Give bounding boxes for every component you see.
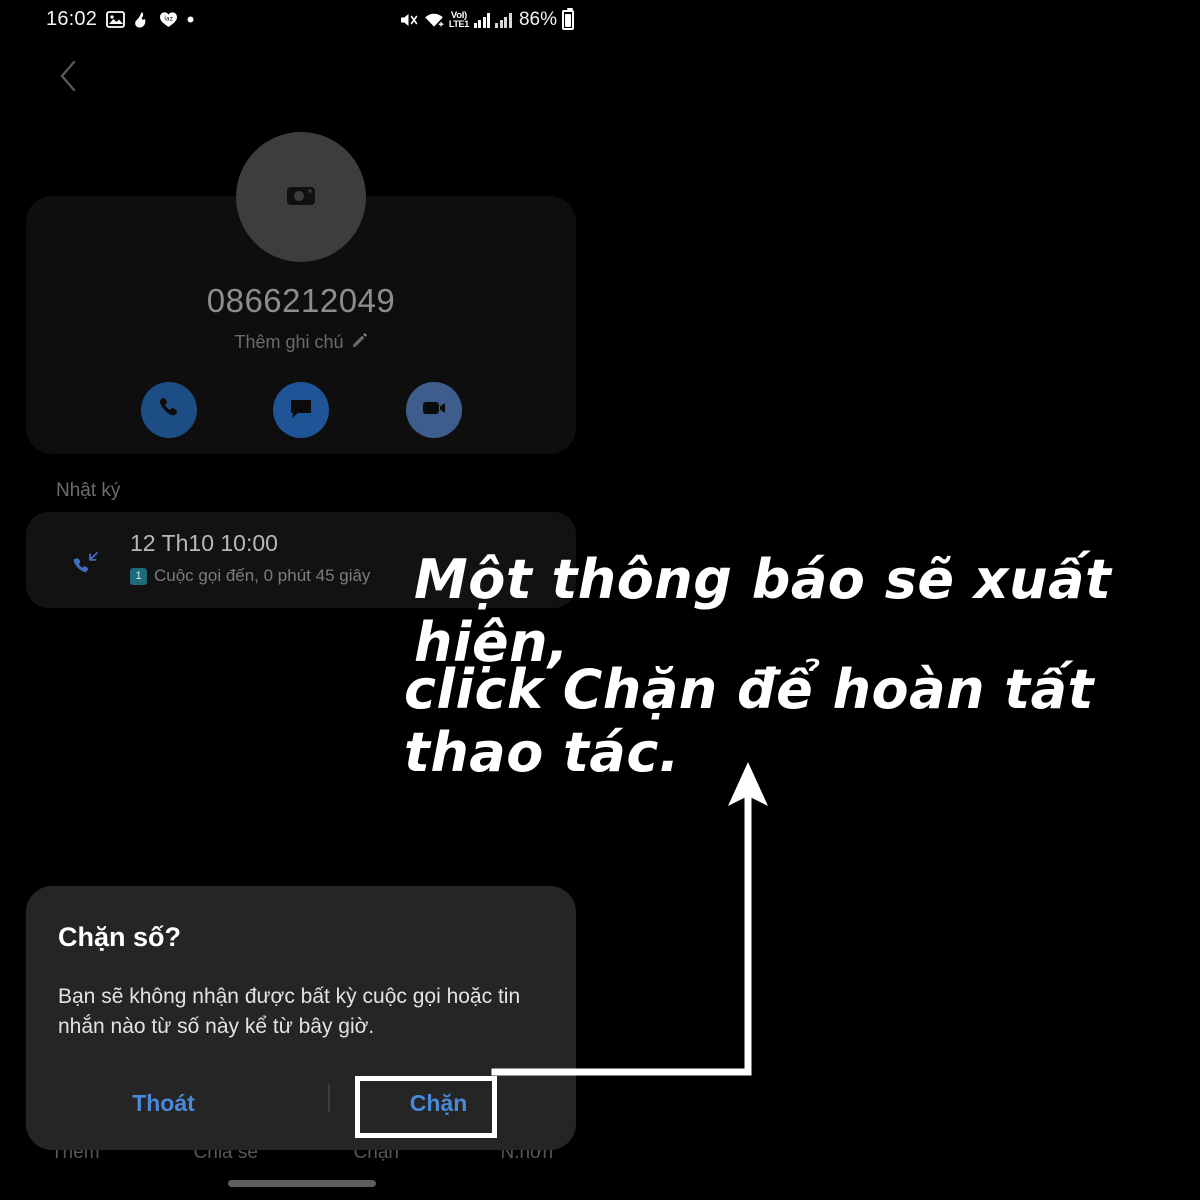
- avatar[interactable]: [236, 132, 366, 262]
- wifi-icon: [424, 12, 444, 29]
- svg-text:laz: laz: [164, 16, 173, 23]
- add-note-label: Thêm ghi chú: [234, 332, 344, 352]
- camera-icon: [286, 183, 316, 212]
- add-note-button[interactable]: Thêm ghi chú: [26, 332, 576, 353]
- call-log-title: Nhật ký: [56, 480, 121, 501]
- video-call-button[interactable]: [405, 382, 462, 438]
- message-button[interactable]: [273, 382, 329, 438]
- lazada-icon: laz: [159, 11, 178, 28]
- signal-sim2-icon: [495, 12, 512, 28]
- cancel-button[interactable]: Thoát: [26, 1072, 301, 1134]
- status-bar: 16:02 laz VoI) LTE1 86%: [0, 0, 602, 46]
- dialog-body: Bạn sẽ không nhận được bất kỳ cuộc gọi h…: [58, 985, 521, 1038]
- app-icon: [134, 11, 150, 29]
- contact-number: 0866212049: [206, 282, 396, 319]
- dot-icon: [187, 16, 194, 23]
- message-icon: [288, 395, 314, 426]
- signal-sim1-icon: [473, 12, 491, 28]
- status-bar-right: VoI) LTE1 86%: [399, 8, 574, 31]
- annotation-line-1: Một thông báo sẽ xuất hiện,: [414, 548, 1112, 674]
- gallery-icon: [106, 11, 125, 28]
- back-button[interactable]: [46, 56, 90, 100]
- contact-actions: [26, 382, 576, 438]
- home-indicator[interactable]: [228, 1180, 376, 1187]
- call-log-description: Cuộc gọi đến, 0 phút 45 giây: [154, 566, 371, 585]
- back-chevron-icon: [57, 59, 79, 98]
- highlight-box-chan: [355, 1076, 497, 1138]
- call-button[interactable]: [140, 382, 197, 438]
- volte-icon: VoI) LTE1: [448, 9, 469, 30]
- mute-icon: [399, 11, 419, 29]
- battery-icon: [562, 8, 574, 30]
- screenshot-root: 16:02 laz VoI) LTE1 86% 0866212049 Thêm …: [0, 0, 1200, 1200]
- status-bar-left: 16:02 laz: [46, 8, 194, 31]
- pencil-icon: [352, 332, 368, 353]
- status-time: 16:02: [46, 8, 98, 30]
- sim-badge: 1: [130, 567, 147, 585]
- phone-icon: [156, 395, 182, 426]
- call-log-description-row: 1 Cuộc gọi đến, 0 phút 45 giây: [130, 566, 370, 586]
- incoming-call-icon: [70, 548, 100, 581]
- dialog-title: Chặn số?: [58, 922, 182, 952]
- call-log-datetime: 12 Th10 10:00: [130, 530, 278, 556]
- annotation-line-2: click Chặn để hoàn tất thao tác.: [404, 658, 1094, 784]
- battery-percent: 86%: [518, 9, 557, 30]
- video-camera-icon: [421, 395, 447, 426]
